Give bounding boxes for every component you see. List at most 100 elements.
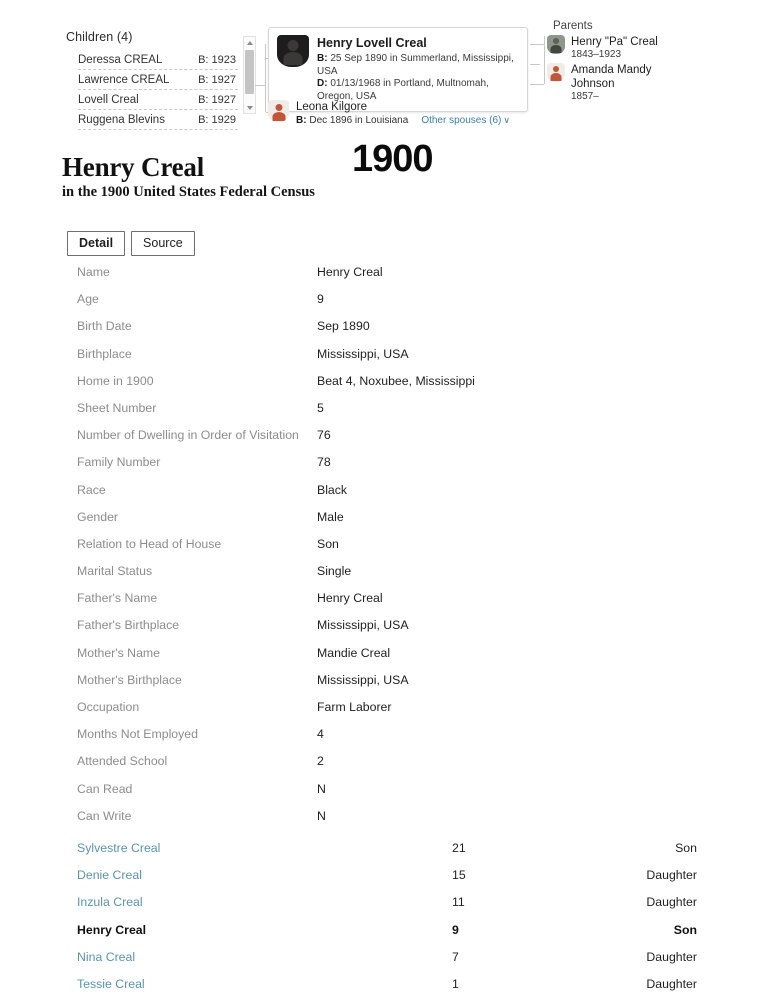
- spouse-birth: B: Dec 1896 in Louisiana: [296, 114, 408, 127]
- father-avatar: [547, 35, 565, 54]
- detail-value: Male: [317, 509, 344, 524]
- chevron-down-icon: ∨: [503, 115, 510, 125]
- household-row: Henry Creal 9 Son: [77, 922, 697, 949]
- detail-row: Gender Male: [77, 509, 697, 536]
- detail-row: Home in 1900 Beat 4, Noxubee, Mississippi: [77, 373, 697, 400]
- household-member-link[interactable]: Tessie Creal: [77, 976, 145, 992]
- detail-value: Beat 4, Noxubee, Mississippi: [317, 373, 475, 388]
- detail-label: Family Number: [77, 455, 161, 470]
- household-member-age: 11: [452, 895, 465, 910]
- child-row[interactable]: Lovell Creal B: 1927: [78, 90, 238, 110]
- scrollbar-thumb[interactable]: [245, 50, 254, 94]
- detail-row: Birth Date Sep 1890: [77, 318, 697, 345]
- scroll-up-arrow-icon[interactable]: [244, 37, 255, 48]
- household-member-link[interactable]: Nina Creal: [77, 949, 135, 965]
- household-row: Tessie Creal 1 Daughter: [77, 976, 697, 1003]
- death-label: D:: [317, 78, 328, 89]
- household-row: Inzula Creal 11 Daughter: [77, 894, 697, 921]
- tree-connector-parents: [530, 36, 545, 85]
- child-row[interactable]: Deressa CREAL B: 1923: [78, 50, 238, 70]
- household-row: Nina Creal 7 Daughter: [77, 949, 697, 976]
- tab-source[interactable]: Source: [131, 231, 195, 256]
- household-member-age: 21: [452, 841, 466, 855]
- household-member-link[interactable]: Inzula Creal: [77, 894, 143, 910]
- household-member-relation: Daughter: [646, 976, 697, 991]
- detail-row: Occupation Farm Laborer: [77, 699, 697, 726]
- detail-label: Age: [77, 292, 99, 307]
- household-member-relation: Son: [673, 922, 697, 937]
- household-member-link: Henry Creal: [77, 922, 147, 937]
- father-name: Henry "Pa" Creal: [571, 36, 658, 48]
- other-spouses-link[interactable]: Other spouses (6) ∨: [421, 114, 510, 127]
- detail-value: Mississippi, USA: [317, 672, 409, 687]
- child-row[interactable]: Ruggena Blevins B: 1929: [78, 110, 238, 130]
- parent-father-card[interactable]: Henry "Pa" Creal 1843–1923: [547, 35, 707, 61]
- household-member-link[interactable]: Sylvestre Creal: [77, 840, 160, 856]
- detail-value: 78: [317, 455, 331, 470]
- detail-value: 76: [317, 428, 331, 443]
- detail-row: Name Henry Creal: [77, 264, 697, 291]
- child-name: Lovell Creal: [78, 93, 139, 106]
- tab-detail[interactable]: Detail: [67, 231, 126, 256]
- detail-label: Can Write: [77, 808, 132, 823]
- detail-row: Age 9: [77, 291, 697, 318]
- death-value: 01/13/1968 in Portland, Multnomah, Orego…: [317, 78, 489, 102]
- detail-row: Relation to Head of House Son: [77, 536, 697, 563]
- detail-label: Birthplace: [77, 346, 132, 361]
- focus-person-avatar: [277, 35, 309, 67]
- household-row: Denie Creal 15 Daughter: [77, 867, 697, 894]
- detail-row: Months Not Employed 4: [77, 726, 697, 753]
- parents-heading: Parents: [553, 20, 593, 32]
- detail-label: Birth Date: [77, 319, 132, 334]
- children-list: Deressa CREAL B: 1923 Lawrence CREAL B: 192…: [66, 50, 238, 130]
- detail-value: Farm Laborer: [317, 700, 392, 714]
- household-member-relation: Daughter: [646, 868, 697, 883]
- detail-label: Home in 1900: [77, 373, 154, 388]
- detail-label: Father's Name: [77, 591, 158, 606]
- detail-label: Name: [77, 265, 110, 279]
- record-subtitle: in the 1900 United States Federal Census: [62, 184, 315, 200]
- family-tree-strip: Children (4) Deressa CREAL B: 1923 Lawrenc…: [0, 0, 773, 133]
- child-name: Ruggena Blevins: [78, 113, 165, 126]
- child-row[interactable]: Lawrence CREAL B: 1927: [78, 70, 238, 90]
- detail-label: Sheet Number: [77, 400, 157, 415]
- detail-row: Attended School 2: [77, 753, 697, 780]
- detail-value: 2: [317, 754, 324, 769]
- scroll-down-arrow-icon[interactable]: [244, 102, 255, 113]
- household-member-age: 7: [452, 949, 459, 964]
- spouse-card[interactable]: Leona Kilgore B: Dec 1896 in Louisiana O…: [268, 100, 510, 127]
- detail-row: Father's Name Henry Creal: [77, 590, 697, 617]
- children-scrollbar[interactable]: [243, 36, 256, 114]
- detail-row: Mother's Name Mandie Creal: [77, 645, 697, 672]
- detail-label: Mother's Name: [77, 645, 160, 660]
- focus-person-birth: B: 25 Sep 1890 in Summerland, Mississipp…: [317, 53, 519, 78]
- father-dates: 1843–1923: [571, 49, 622, 60]
- mother-dates: 1857–: [571, 91, 599, 102]
- focus-person-name: Henry Lovell Creal: [317, 36, 427, 50]
- children-panel-heading: Children (4): [66, 30, 133, 44]
- spouse-birth-value: Dec 1896 in Louisiana: [309, 115, 409, 126]
- other-spouses-label: Other spouses (6): [421, 115, 502, 126]
- household-row: Sylvestre Creal 21 Son: [77, 840, 697, 867]
- detail-value: N: [317, 808, 326, 823]
- page-title: Henry Creal: [62, 152, 205, 182]
- detail-value: Henry Creal: [317, 591, 383, 606]
- detail-value: Black: [317, 482, 348, 497]
- detail-label: Number of Dwelling in Order of Visitatio…: [77, 428, 299, 443]
- detail-label: Months Not Employed: [77, 727, 198, 742]
- parent-mother-card[interactable]: Amanda Mandy Johnson 1857–: [547, 63, 707, 103]
- detail-label: Marital Status: [77, 564, 153, 579]
- detail-row: Race Black: [77, 482, 697, 509]
- child-birth: B: 1927: [198, 93, 236, 106]
- household-member-link[interactable]: Denie Creal: [77, 867, 142, 883]
- child-birth: B: 1927: [198, 73, 236, 86]
- detail-value: Mandie Creal: [317, 645, 391, 660]
- detail-value: 9: [317, 292, 324, 307]
- household-list: Sylvestre Creal 21 Son Denie Creal 15 Daughte…: [77, 840, 697, 1003]
- detail-value: Son: [317, 536, 339, 551]
- household-member-age: 15: [452, 868, 466, 883]
- detail-value: Henry Creal: [317, 265, 383, 279]
- mother-avatar: [547, 63, 565, 82]
- detail-value: 4: [317, 727, 324, 742]
- household-member-age: 9: [452, 922, 459, 937]
